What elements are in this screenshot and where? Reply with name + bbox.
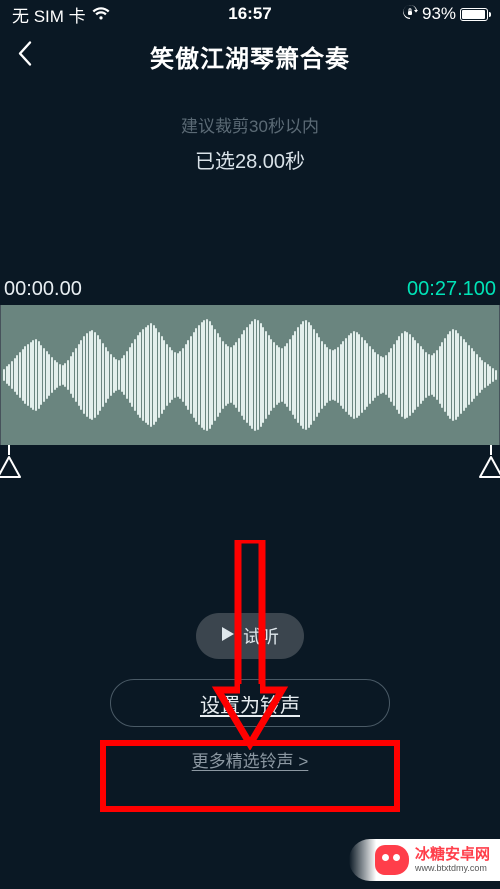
time-labels: 00:00.00 00:27.100 — [0, 278, 500, 305]
status-bar: 无 SIM 卡 16:57 93% — [0, 0, 500, 28]
back-button[interactable] — [16, 40, 34, 73]
trim-handle-right[interactable] — [476, 445, 500, 479]
play-icon — [221, 626, 235, 647]
battery-icon — [460, 8, 488, 21]
watermark: 冰糖安卓网 www.btxtdmy.com — [349, 839, 500, 881]
preview-button[interactable]: 试听 — [196, 613, 304, 659]
nav-bar: 笑傲江湖琴箫合奏 — [0, 28, 500, 84]
end-time-label: 00:27.100 — [407, 278, 496, 301]
status-right: 93% — [329, 4, 488, 25]
waveform-view[interactable] — [0, 305, 500, 445]
set-ringtone-button[interactable]: 设置为铃声 — [110, 679, 390, 727]
more-ringtones-link[interactable]: 更多精选铃声 > — [0, 747, 500, 772]
orientation-lock-icon — [402, 4, 418, 25]
status-left: 无 SIM 卡 — [12, 2, 171, 27]
trim-hint: 建议裁剪30秒以内 — [0, 112, 500, 137]
preview-label: 试听 — [243, 623, 279, 649]
watermark-url: www.btxtdmy.com — [415, 864, 490, 873]
set-ringtone-label: 设置为铃声 — [200, 689, 300, 718]
selected-duration: 已选28.00秒 — [0, 145, 500, 174]
page-title: 笑傲江湖琴箫合奏 — [150, 39, 350, 74]
waveform-editor[interactable]: 00:00.00 00:27.100 — [0, 278, 500, 445]
wifi-icon — [92, 7, 110, 21]
watermark-brand: 冰糖安卓网 — [415, 847, 490, 862]
trim-handle-left[interactable] — [0, 445, 24, 479]
start-time-label: 00:00.00 — [4, 278, 82, 301]
watermark-logo-icon — [375, 845, 409, 875]
status-time: 16:57 — [171, 4, 330, 24]
carrier-label: 无 SIM 卡 — [12, 2, 86, 27]
battery-percent: 93% — [422, 4, 456, 24]
